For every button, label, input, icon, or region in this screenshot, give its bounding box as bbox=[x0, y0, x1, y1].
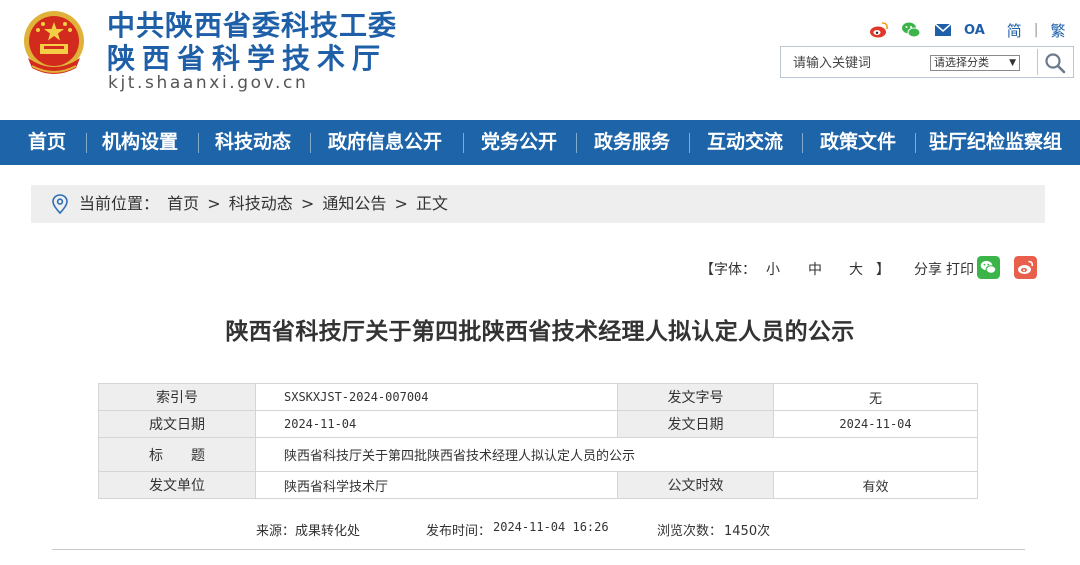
weibo-share-icon[interactable] bbox=[1014, 256, 1037, 279]
weibo-icon[interactable] bbox=[868, 19, 890, 41]
nav-divider bbox=[198, 133, 199, 153]
search-box: 请选择分类 ▼ bbox=[780, 46, 1074, 78]
article-stats: 来源： 成果转化处 发布时间： 2024-11-04 16:26 浏览次数： 1… bbox=[0, 520, 1080, 540]
document-number-label: 发文字号 bbox=[617, 383, 774, 411]
nav-divider bbox=[802, 133, 803, 153]
source-label: 来源： bbox=[256, 524, 296, 539]
table-row: 索引号 SXSKXJST-2024-007004 发文字号 无 bbox=[98, 383, 978, 411]
view-count-label: 浏览次数： bbox=[657, 524, 723, 539]
nav-divider bbox=[310, 133, 311, 153]
nav-divider bbox=[576, 133, 577, 153]
nav-item-home[interactable]: 首页 bbox=[28, 120, 66, 165]
validity-value: 有效 bbox=[773, 471, 978, 499]
breadcrumb-item-current: 正文 bbox=[415, 194, 448, 213]
oa-link[interactable]: OA bbox=[964, 23, 985, 38]
nav-divider bbox=[689, 133, 690, 153]
font-size-label-close: 】 bbox=[876, 262, 890, 278]
validity-label: 公文时效 bbox=[617, 471, 774, 499]
publish-time-value: 2024-11-04 16:26 bbox=[493, 520, 609, 534]
index-number-label: 索引号 bbox=[98, 383, 256, 411]
lang-simplified-link[interactable]: 简 bbox=[1007, 20, 1022, 41]
location-pin-icon bbox=[52, 194, 68, 214]
content-divider bbox=[52, 549, 1025, 550]
table-row: 标 题 陕西省科技厅关于第四批陕西省技术经理人拟认定人员的公示 bbox=[98, 437, 978, 472]
table-row: 成文日期 2024-11-04 发文日期 2024-11-04 bbox=[98, 410, 978, 438]
title-value: 陕西省科技厅关于第四批陕西省技术经理人拟认定人员的公示 bbox=[255, 437, 978, 472]
share-label: 分享 bbox=[914, 262, 942, 278]
nav-item-discipline-inspection[interactable]: 驻厅纪检监察组 bbox=[929, 120, 1062, 165]
mail-icon[interactable] bbox=[932, 19, 954, 41]
issue-date-label: 发文日期 bbox=[617, 410, 774, 438]
nav-item-interaction[interactable]: 互动交流 bbox=[707, 120, 783, 165]
font-size-label-open: 【字体： bbox=[700, 262, 756, 278]
nav-item-gov-info[interactable]: 政府信息公开 bbox=[328, 120, 442, 165]
breadcrumb-item-notices[interactable]: 通知公告 bbox=[322, 194, 386, 213]
national-emblem-logo[interactable] bbox=[18, 8, 90, 80]
breadcrumb-prefix: 当前位置： bbox=[79, 194, 160, 213]
print-button[interactable]: 打印 bbox=[946, 259, 974, 279]
breadcrumb-item-tech-news[interactable]: 科技动态 bbox=[229, 194, 293, 213]
index-number-value: SXSKXJST-2024-007004 bbox=[255, 383, 618, 411]
publish-time-label: 发布时间： bbox=[426, 524, 492, 539]
document-number-value: 无 bbox=[773, 383, 978, 411]
lang-traditional-link[interactable]: 繁 bbox=[1051, 20, 1066, 41]
site-header: 中共陕西省委科技工委 陕西省科学技术厅 kjt.shaanxi.gov.cn O… bbox=[0, 0, 1080, 120]
font-size-small-button[interactable]: 小 bbox=[766, 259, 780, 279]
font-size-large-button[interactable]: 大 bbox=[849, 259, 863, 279]
document-metadata-table: 索引号 SXSKXJST-2024-007004 发文字号 无 成文日期 202… bbox=[98, 383, 978, 499]
nav-item-tech-news[interactable]: 科技动态 bbox=[215, 120, 291, 165]
search-input[interactable] bbox=[793, 53, 923, 73]
breadcrumb-separator: > bbox=[300, 194, 315, 213]
site-title-line2: 陕西省科学技术厅 bbox=[107, 42, 388, 75]
title-label: 标 题 bbox=[98, 437, 256, 472]
search-icon[interactable] bbox=[1043, 51, 1067, 75]
breadcrumb-separator: > bbox=[394, 194, 408, 213]
nav-divider bbox=[463, 133, 464, 153]
nav-item-policy-docs[interactable]: 政策文件 bbox=[820, 120, 896, 165]
wechat-icon[interactable] bbox=[900, 19, 922, 41]
main-nav: 首页 机构设置 科技动态 政府信息公开 党务公开 政务服务 互动交流 政策文件 … bbox=[0, 120, 1080, 165]
category-select-label: 请选择分类 bbox=[934, 56, 989, 69]
nav-divider bbox=[86, 133, 87, 153]
written-date-label: 成文日期 bbox=[98, 410, 256, 438]
article-title: 陕西省科技厅关于第四批陕西省技术经理人拟认定人员的公示 bbox=[225, 319, 855, 345]
breadcrumb: 当前位置： 首页 > 科技动态 > 通知公告 > 正文 bbox=[31, 185, 1045, 223]
breadcrumb-item-home[interactable]: 首页 bbox=[167, 194, 199, 213]
nav-item-gov-services[interactable]: 政务服务 bbox=[594, 120, 670, 165]
site-domain: kjt.shaanxi.gov.cn bbox=[108, 73, 309, 93]
category-select[interactable]: 请选择分类 ▼ bbox=[930, 55, 1020, 71]
breadcrumb-trail: 当前位置： 首页 > 科技动态 > 通知公告 > 正文 bbox=[79, 185, 451, 223]
header-toolbar: OA 简 | 繁 bbox=[868, 19, 1066, 41]
source-value: 成果转化处 bbox=[295, 524, 361, 539]
nav-item-party-affairs[interactable]: 党务公开 bbox=[481, 120, 557, 165]
issuer-value: 陕西省科学技术厅 bbox=[255, 471, 618, 499]
table-row: 发文单位 陕西省科学技术厅 公文时效 有效 bbox=[98, 471, 978, 499]
lang-separator: | bbox=[1033, 22, 1039, 38]
nav-divider bbox=[915, 133, 916, 153]
chevron-down-icon: ▼ bbox=[1009, 58, 1016, 68]
search-divider bbox=[1037, 49, 1038, 75]
view-count-value: 1450次 bbox=[724, 524, 771, 539]
written-date-value: 2024-11-04 bbox=[255, 410, 618, 438]
issuer-label: 发文单位 bbox=[98, 471, 256, 499]
issue-date-value: 2024-11-04 bbox=[773, 410, 978, 438]
nav-item-organization[interactable]: 机构设置 bbox=[102, 120, 178, 165]
font-size-medium-button[interactable]: 中 bbox=[808, 259, 822, 279]
wechat-share-icon[interactable] bbox=[977, 256, 1000, 279]
breadcrumb-separator: > bbox=[207, 194, 221, 213]
